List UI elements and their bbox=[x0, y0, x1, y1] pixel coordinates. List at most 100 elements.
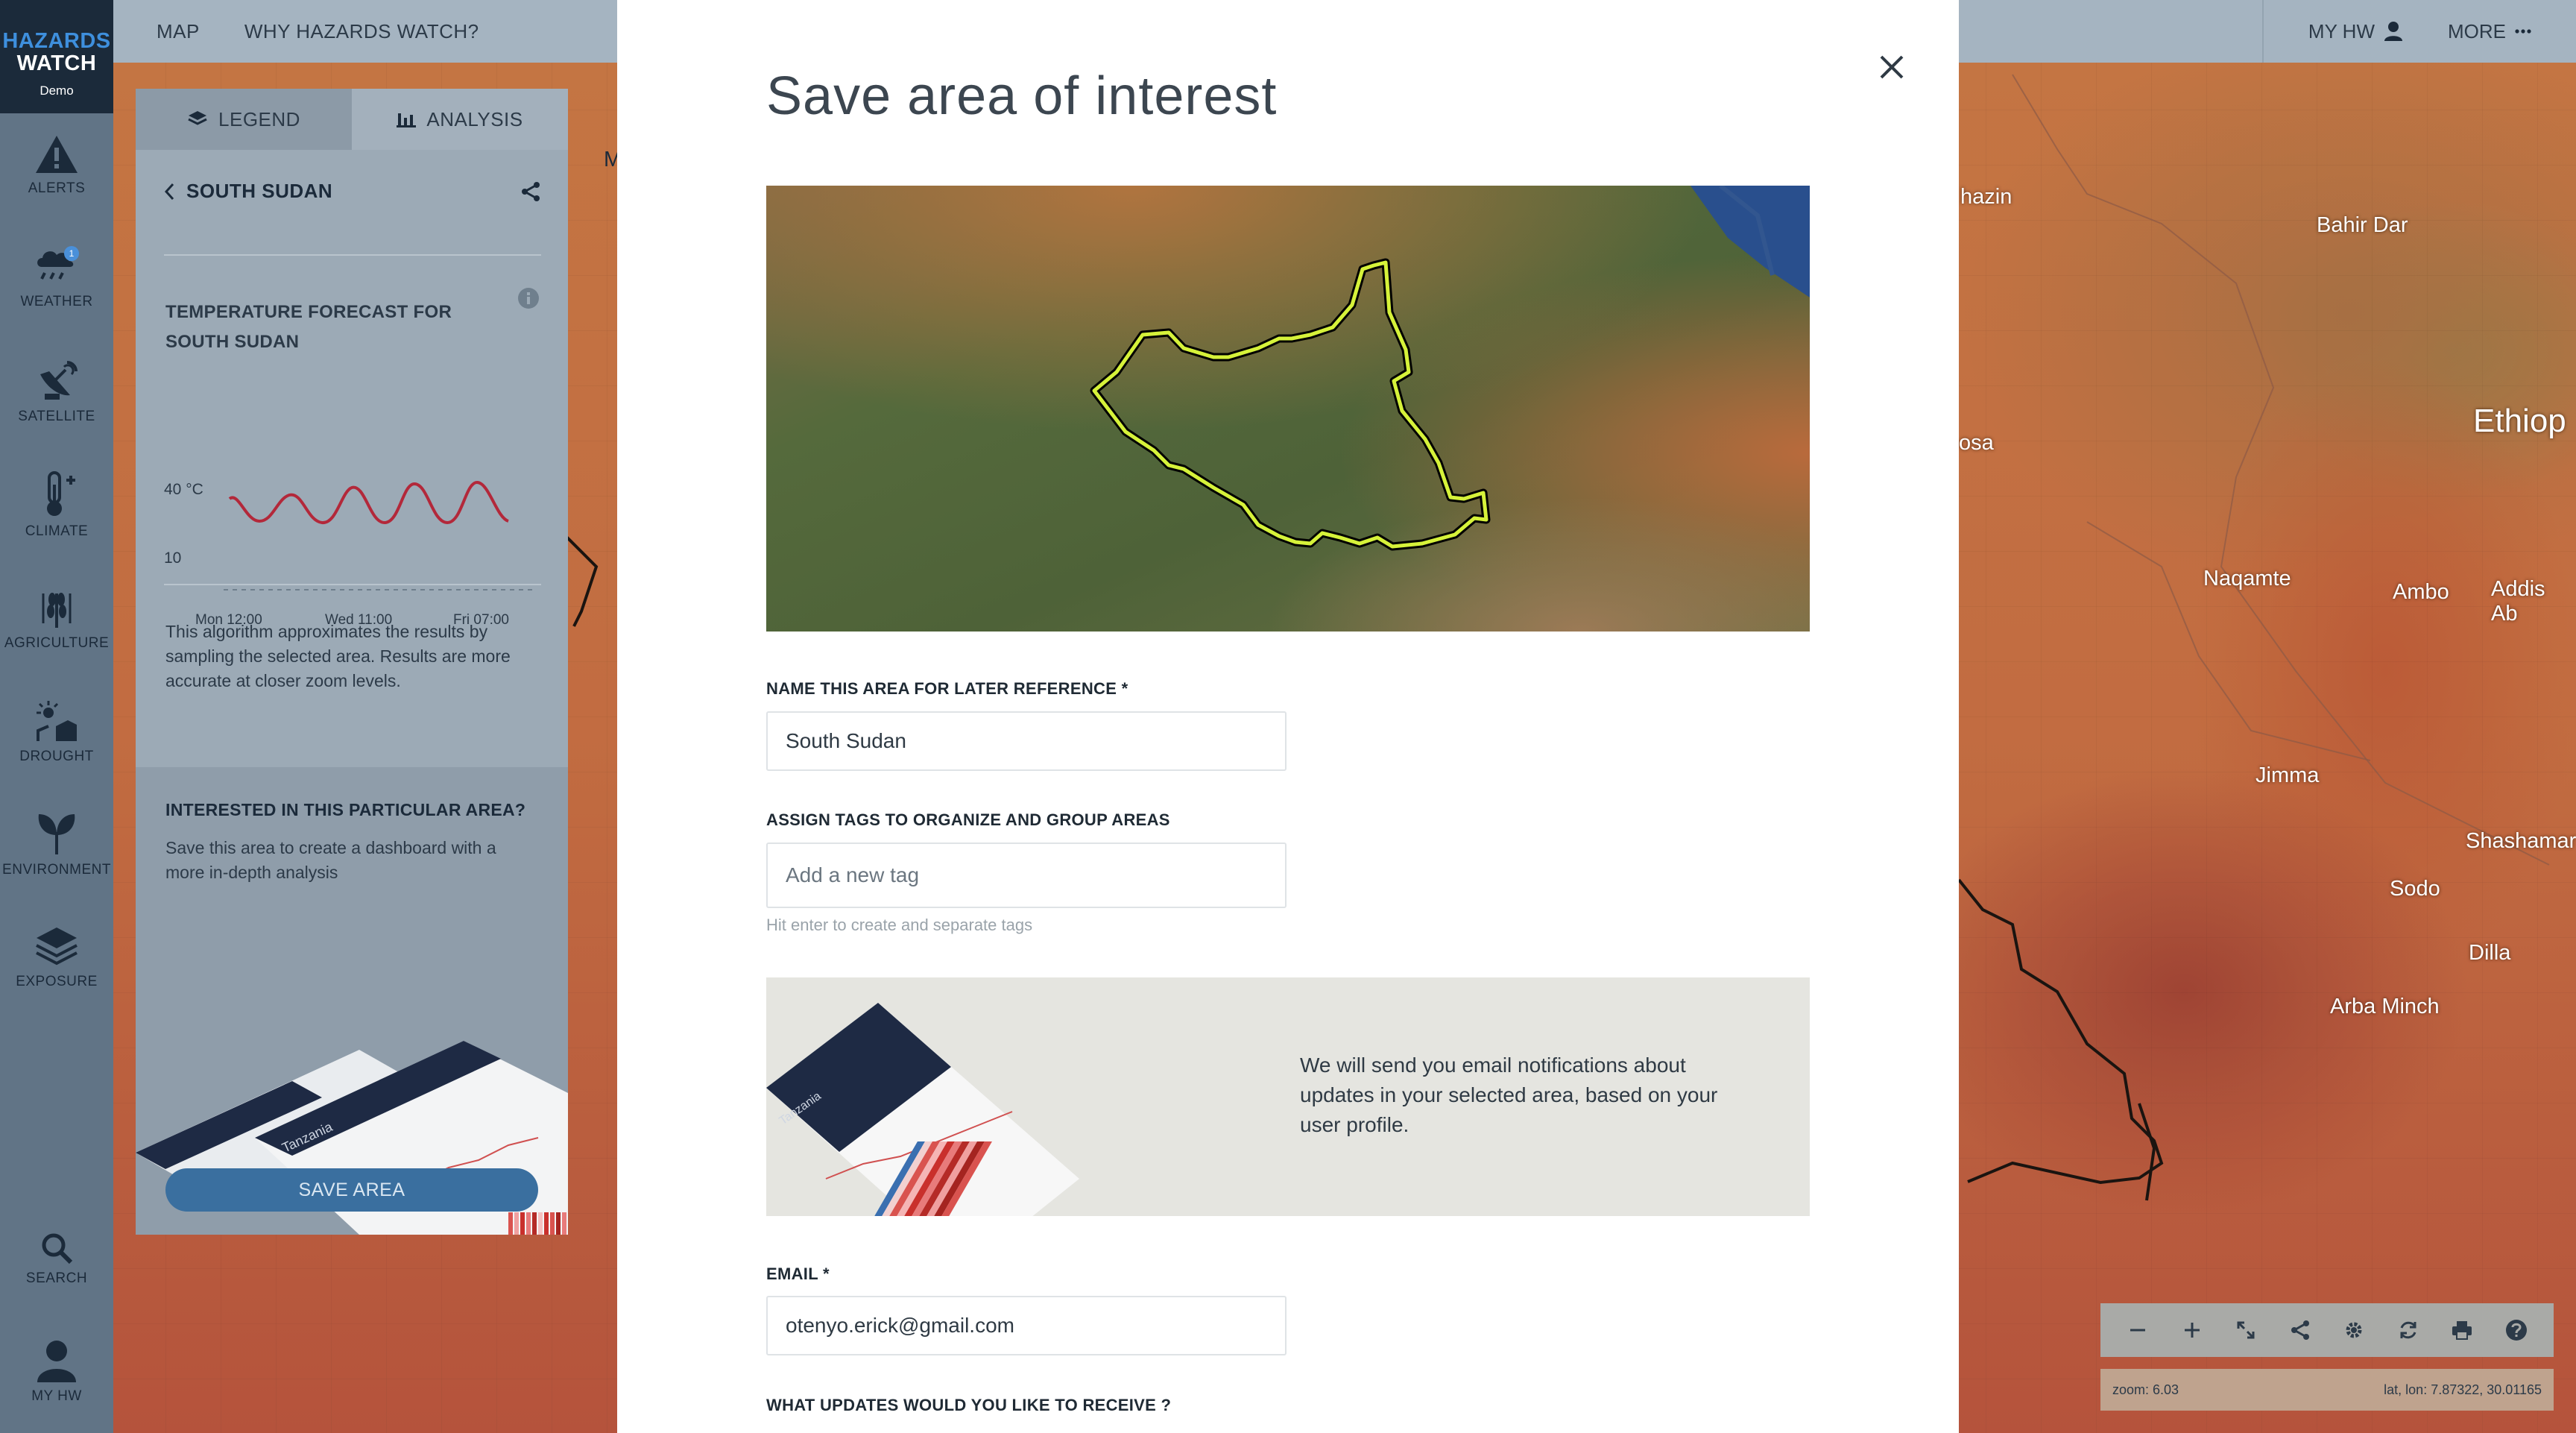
rail-item-environment[interactable]: ENVIRONMENT bbox=[0, 810, 113, 878]
divider bbox=[2261, 0, 2264, 63]
search-icon bbox=[42, 1233, 73, 1264]
my-hw-menu[interactable]: MY HW bbox=[2308, 20, 2403, 43]
notification-info-box: Tanzania We will send you email notifica… bbox=[766, 977, 1810, 1216]
map-place-label: hazin bbox=[1960, 185, 2012, 209]
area-satellite-map bbox=[766, 186, 1810, 632]
bar-chart-icon bbox=[397, 113, 417, 127]
map-place-label: Arba Minch bbox=[2330, 995, 2440, 1018]
user-icon bbox=[2384, 22, 2402, 41]
settings-button[interactable] bbox=[2339, 1315, 2369, 1345]
rail-item-alerts[interactable]: ALERTS bbox=[0, 134, 113, 197]
left-icon-rail: HAZARDS WATCH Demo ALERTS 1 WEATHER SATE… bbox=[0, 0, 113, 1433]
print-button[interactable] bbox=[2447, 1315, 2477, 1345]
map-place-label: Shashamar bbox=[2466, 829, 2576, 853]
name-field-label: NAME THIS AREA FOR LATER REFERENCE * bbox=[766, 679, 1128, 698]
map-place-label: Jimma bbox=[2255, 763, 2320, 787]
interest-section: INTERESTED IN THIS PARTICULAR AREA? Save… bbox=[136, 767, 568, 1235]
map-place-label: Addis Ab bbox=[2491, 577, 2545, 626]
save-area-button[interactable]: SAVE AREA bbox=[165, 1168, 538, 1212]
map-place-label: Bahir Dar bbox=[2317, 213, 2408, 237]
user-icon bbox=[37, 1341, 76, 1382]
rail-item-search[interactable]: SEARCH bbox=[0, 1232, 113, 1287]
country-header: SOUTH SUDAN bbox=[164, 180, 541, 203]
rail-item-agriculture[interactable]: AGRICULTURE bbox=[0, 586, 113, 652]
zoom-out-button[interactable] bbox=[2123, 1315, 2153, 1345]
map-place-label: Dilla bbox=[2469, 941, 2511, 965]
divider bbox=[164, 254, 541, 256]
rail-label: CLIMATE bbox=[25, 523, 89, 539]
weather-badge: 1 bbox=[69, 248, 75, 259]
rail-item-weather[interactable]: 1 WEATHER bbox=[0, 245, 113, 310]
alert-triangle-icon bbox=[36, 136, 78, 173]
layers-icon bbox=[188, 111, 207, 125]
rail-label: SEARCH bbox=[25, 1270, 88, 1286]
area-name-input[interactable]: South Sudan bbox=[766, 711, 1287, 771]
tags-hint: Hit enter to create and separate tags bbox=[766, 916, 1033, 934]
share-icon[interactable] bbox=[520, 181, 541, 202]
analysis-panel: LEGEND ANALYSIS SOUTH SUDAN TEMPERATURE … bbox=[136, 89, 568, 1235]
layers-stack-icon bbox=[36, 927, 78, 966]
rail-item-my-hw[interactable]: MY HW bbox=[0, 1339, 113, 1405]
map-place-label: Ambo bbox=[2393, 580, 2449, 604]
map-coordinates-bar: zoom: 6.03 lat, lon: 7.87322, 30.01165 bbox=[2100, 1369, 2554, 1411]
divider bbox=[164, 584, 541, 585]
drought-icon bbox=[37, 701, 77, 741]
zoom-in-button[interactable] bbox=[2177, 1315, 2207, 1345]
ellipsis-icon bbox=[2515, 29, 2531, 34]
rail-label: AGRICULTURE bbox=[4, 635, 110, 651]
map-place-label: osa bbox=[1959, 431, 1994, 455]
close-icon[interactable] bbox=[1875, 51, 1908, 84]
temperature-line bbox=[224, 480, 537, 590]
fullscreen-icon bbox=[2237, 1321, 2255, 1339]
thermometer-icon bbox=[47, 471, 75, 516]
rail-item-exposure[interactable]: EXPOSURE bbox=[0, 925, 113, 990]
tags-input[interactable]: Add a new tag bbox=[766, 843, 1287, 908]
fullscreen-button[interactable] bbox=[2231, 1315, 2261, 1345]
info-icon[interactable] bbox=[517, 287, 540, 309]
email-field-label: EMAIL * bbox=[766, 1264, 830, 1283]
map-place-label: Sodo bbox=[2390, 877, 2440, 901]
tab-label: LEGEND bbox=[218, 107, 300, 130]
modal-title: Save area of interest bbox=[766, 66, 1278, 126]
panel-tabs: LEGEND ANALYSIS bbox=[136, 89, 568, 150]
chevron-left-icon[interactable] bbox=[164, 183, 176, 201]
brand-line2: WATCH bbox=[16, 51, 97, 75]
interest-description: Save this area to create a dashboard wit… bbox=[165, 838, 496, 882]
rail-label: MY HW bbox=[31, 1388, 82, 1404]
brand-line1: HAZARDS bbox=[2, 29, 111, 53]
forecast-title: TEMPERATURE FORECAST FOR SOUTH SUDAN bbox=[165, 302, 452, 352]
leaf-icon bbox=[38, 814, 75, 854]
dashboard-preview-image: Tanzania bbox=[766, 1003, 1079, 1216]
save-area-modal: Save area of interest NAME THIS AREA FOR… bbox=[617, 0, 1959, 1433]
more-menu[interactable]: MORE bbox=[2448, 20, 2531, 43]
help-icon bbox=[2505, 1320, 2527, 1341]
tab-legend[interactable]: LEGEND bbox=[136, 89, 352, 150]
refresh-button[interactable] bbox=[2393, 1315, 2423, 1345]
refresh-icon bbox=[2400, 1321, 2416, 1339]
more-label: MORE bbox=[2448, 19, 2506, 42]
country-name: SOUTH SUDAN bbox=[186, 180, 333, 202]
tags-field-label: ASSIGN TAGS TO ORGANIZE AND GROUP AREAS bbox=[766, 810, 1170, 829]
zoom-out-icon bbox=[2130, 1329, 2146, 1332]
rail-item-drought[interactable]: DROUGHT bbox=[0, 699, 113, 765]
my-hw-label: MY HW bbox=[2308, 19, 2375, 42]
algorithm-note: This algorithm approximates the results … bbox=[165, 622, 511, 690]
rail-label: WEATHER bbox=[20, 294, 93, 309]
map-place-label: Naqamte bbox=[2203, 567, 2291, 590]
notification-text: We will send you email notifications abo… bbox=[1300, 1054, 1718, 1136]
email-input[interactable]: otenyo.erick@gmail.com bbox=[766, 1296, 1287, 1355]
rail-label: ALERTS bbox=[28, 180, 86, 196]
map-place-label: Ethiop bbox=[2473, 403, 2566, 439]
rail-item-climate[interactable]: CLIMATE bbox=[0, 471, 113, 540]
updates-field-label: WHAT UPDATES WOULD YOU LIKE TO RECEIVE ? bbox=[766, 1396, 1172, 1414]
satellite-dish-icon bbox=[40, 361, 78, 400]
help-button[interactable] bbox=[2501, 1315, 2531, 1345]
zoom-readout: zoom: 6.03 bbox=[2112, 1382, 2179, 1397]
share-map-button[interactable] bbox=[2285, 1315, 2315, 1345]
brand-logo[interactable]: HAZARDS WATCH Demo bbox=[0, 0, 113, 113]
nav-map[interactable]: MAP bbox=[157, 20, 200, 43]
rail-item-satellite[interactable]: SATELLITE bbox=[0, 359, 113, 425]
nav-why-hazards-watch[interactable]: WHY HAZARDS WATCH? bbox=[244, 20, 479, 43]
forecast-chart: 40 °C 10 Mon 12:00 Wed 11:00 Fri 07:00 bbox=[164, 387, 541, 640]
tab-analysis[interactable]: ANALYSIS bbox=[352, 89, 568, 150]
